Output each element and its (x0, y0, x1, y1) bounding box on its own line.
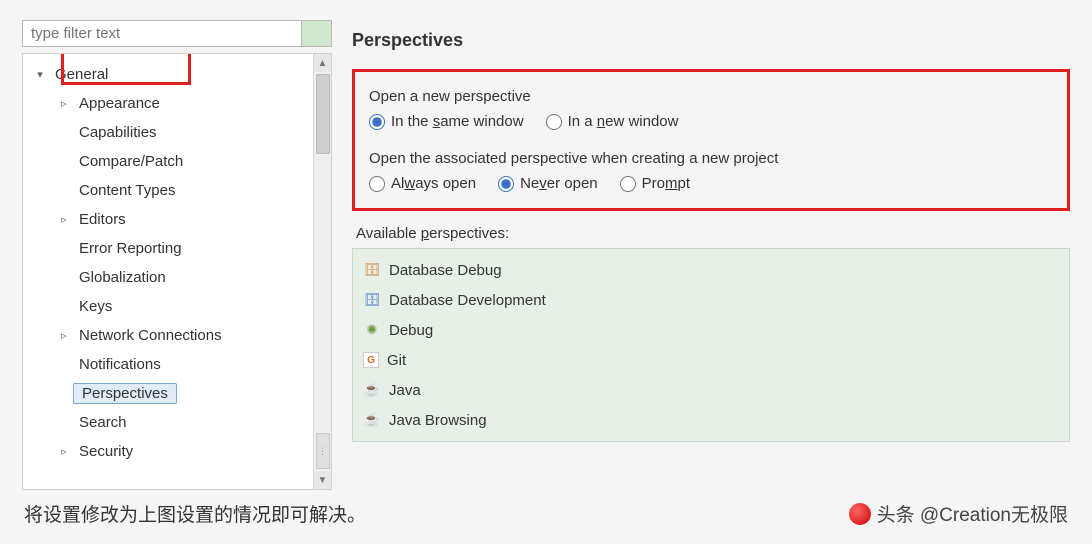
radio-prompt[interactable]: Prompt (620, 175, 690, 192)
tree-item-globalization[interactable]: Globalization (23, 263, 313, 292)
radio-prompt-input[interactable] (620, 176, 636, 192)
watermark-icon (849, 503, 871, 525)
tree-item-security[interactable]: ▹ Security (23, 437, 313, 466)
list-item[interactable]: 🗄 Database Debug (361, 255, 1061, 285)
radio-same-window[interactable]: In the same window (369, 113, 524, 130)
tree-item-notifications[interactable]: Notifications (23, 350, 313, 379)
available-perspectives-label: Available perspectives: (356, 225, 1070, 242)
git-icon: G (363, 352, 379, 368)
list-item[interactable]: 🗄 Database Development (361, 285, 1061, 315)
filter-input[interactable] (22, 20, 302, 47)
database-debug-icon: 🗄 (363, 261, 381, 279)
list-item[interactable]: ✺ Debug (361, 315, 1061, 345)
splitter-grip-icon[interactable]: ⋮ (316, 433, 330, 469)
tree-item-content-types[interactable]: Content Types (23, 176, 313, 205)
scroll-thumb[interactable] (316, 74, 330, 154)
radio-always-open[interactable]: Always open (369, 175, 476, 192)
tree-scrollbar[interactable]: ▲ ⋮ ▼ (313, 54, 331, 489)
preferences-content: Perspectives Open a new perspective In t… (352, 20, 1070, 490)
tree-item-network-connections[interactable]: ▹ Network Connections (23, 321, 313, 350)
list-item[interactable]: G Git (361, 345, 1061, 375)
chevron-down-icon: ▾ (31, 68, 49, 81)
preferences-tree[interactable]: ▾ General ▹ Appearance Capabilities Comp… (23, 54, 313, 489)
associated-perspective-heading: Open the associated perspective when cre… (369, 150, 1053, 167)
tree-item-editors[interactable]: ▹ Editors (23, 205, 313, 234)
open-perspective-heading: Open a new perspective (369, 88, 1053, 105)
tree-item-error-reporting[interactable]: Error Reporting (23, 234, 313, 263)
chevron-right-icon: ▹ (55, 97, 73, 110)
list-item[interactable]: ☕ Java Browsing (361, 405, 1061, 435)
tree-item-general[interactable]: ▾ General (23, 60, 313, 89)
tree-item-appearance[interactable]: ▹ Appearance (23, 89, 313, 118)
chevron-right-icon: ▹ (55, 445, 73, 458)
debug-icon: ✺ (363, 321, 381, 339)
list-item[interactable]: ☕ Java (361, 375, 1061, 405)
page-title: Perspectives (352, 30, 1070, 51)
tree-item-capabilities[interactable]: Capabilities (23, 118, 313, 147)
highlighted-settings-group: Open a new perspective In the same windo… (352, 69, 1070, 211)
article-footer: 将设置修改为上图设置的情况即可解决。 头条 @Creation无极限 (0, 490, 1092, 527)
tree-item-perspectives[interactable]: Perspectives (23, 379, 313, 408)
chevron-right-icon: ▹ (55, 329, 73, 342)
radio-never-open[interactable]: Never open (498, 175, 598, 192)
scroll-up-icon[interactable]: ▲ (314, 54, 331, 72)
preferences-sidebar: ▾ General ▹ Appearance Capabilities Comp… (22, 20, 332, 490)
footer-note: 将设置修改为上图设置的情况即可解决。 (24, 500, 366, 527)
radio-always-open-input[interactable] (369, 176, 385, 192)
filter-clear-button[interactable] (302, 20, 332, 47)
java-browsing-icon: ☕ (363, 411, 381, 429)
available-perspectives-list[interactable]: 🗄 Database Debug 🗄 Database Development … (352, 248, 1070, 442)
radio-new-window[interactable]: In a new window (546, 113, 679, 130)
database-dev-icon: 🗄 (363, 291, 381, 309)
radio-never-open-input[interactable] (498, 176, 514, 192)
tree-item-search[interactable]: Search (23, 408, 313, 437)
chevron-right-icon: ▹ (55, 213, 73, 226)
radio-same-window-input[interactable] (369, 114, 385, 130)
scroll-down-icon[interactable]: ▼ (314, 471, 331, 489)
watermark: 头条 @Creation无极限 (849, 500, 1068, 527)
tree-item-compare-patch[interactable]: Compare/Patch (23, 147, 313, 176)
radio-new-window-input[interactable] (546, 114, 562, 130)
tree-item-keys[interactable]: Keys (23, 292, 313, 321)
java-icon: ☕ (363, 381, 381, 399)
